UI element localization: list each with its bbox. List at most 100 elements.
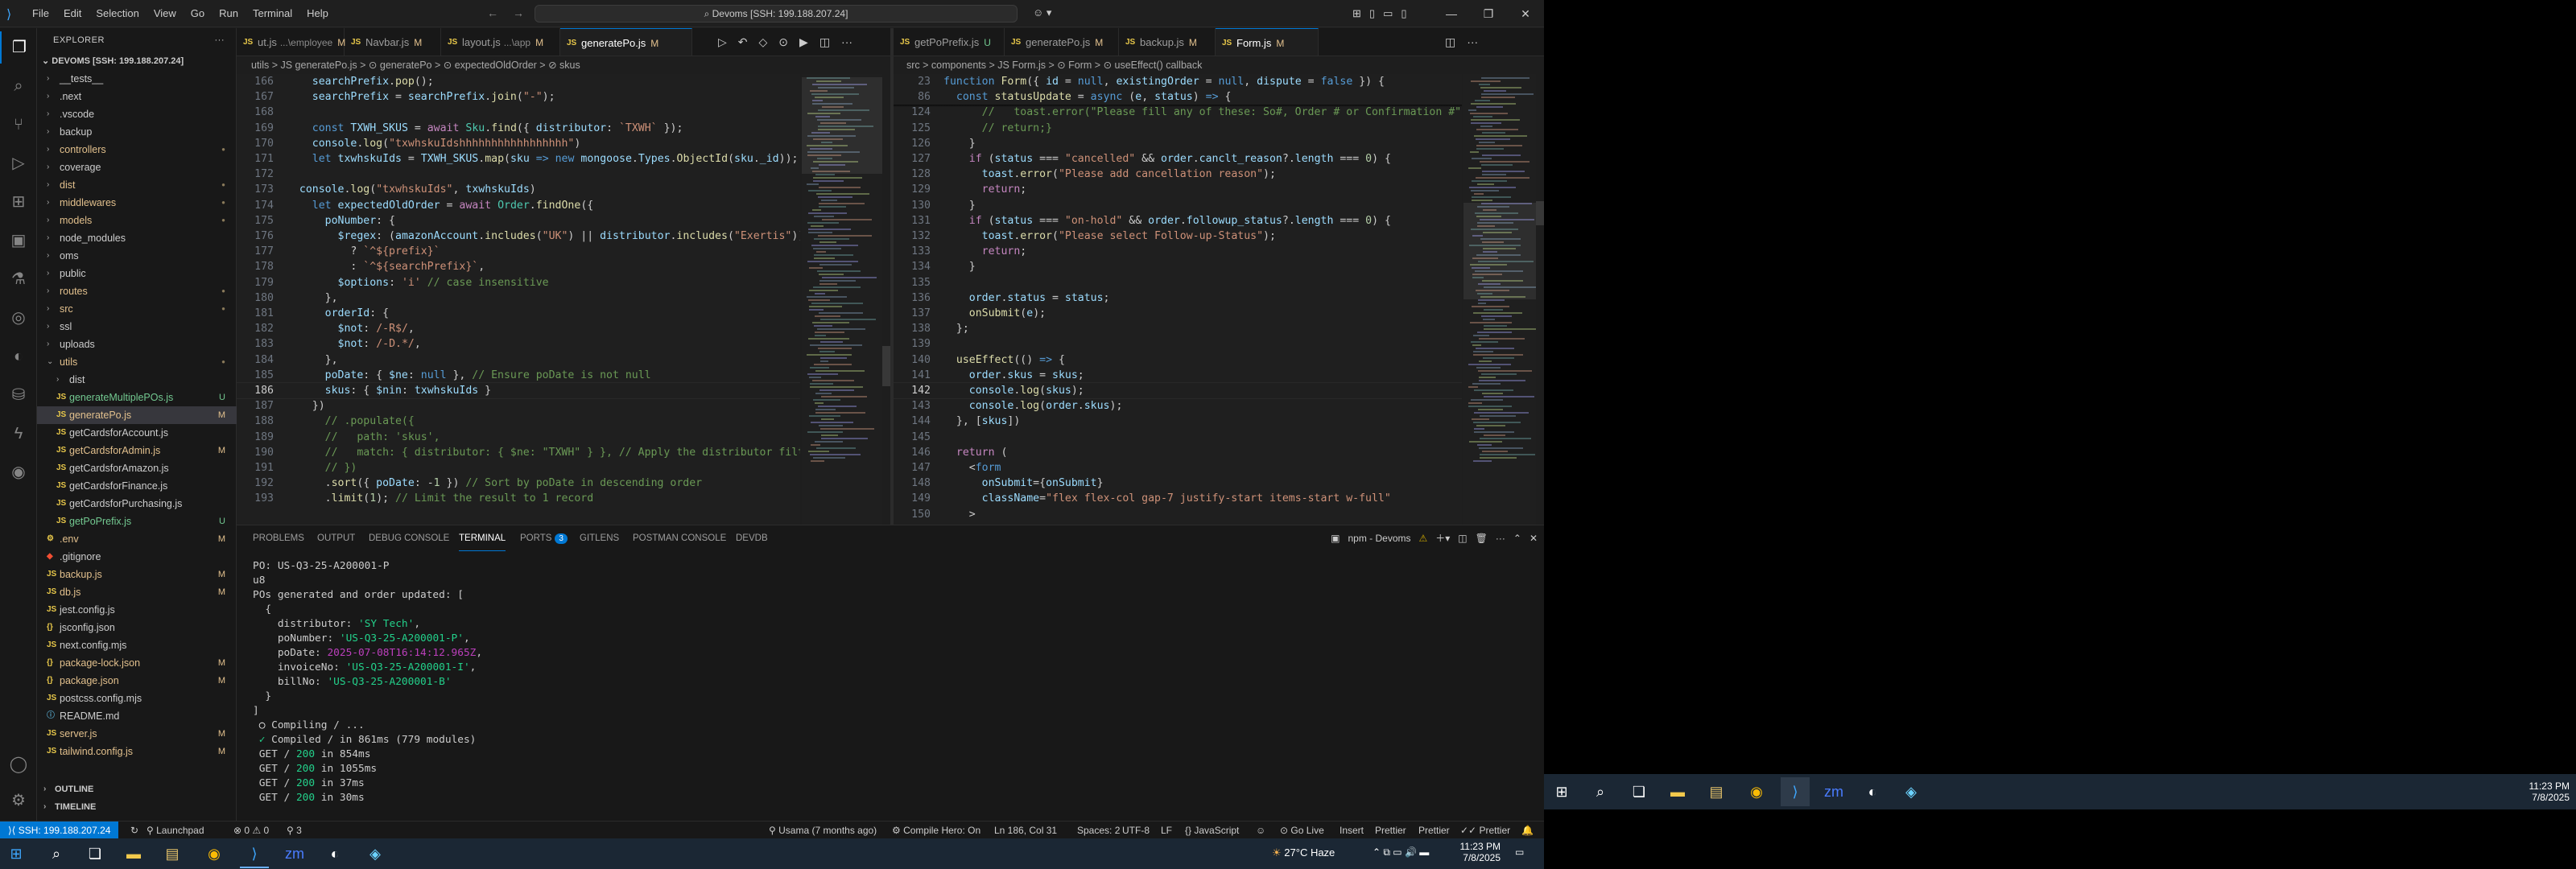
folder-item[interactable]: › routes ● xyxy=(37,282,237,300)
left-scrollbar-thumb[interactable] xyxy=(882,346,890,386)
close-icon[interactable]: ✕ xyxy=(1507,0,1544,27)
search-icon[interactable]: ⌕ xyxy=(0,70,37,102)
testing-icon[interactable]: ⚗ xyxy=(0,263,37,295)
code-line[interactable]: 132 toast.error("Please select Follow-up… xyxy=(894,229,1462,244)
explorer-icon[interactable]: ❐ xyxy=(0,31,37,64)
source-control-icon[interactable]: ⑂ xyxy=(0,109,37,141)
more-actions-icon[interactable]: ··· xyxy=(215,28,225,52)
app-icon[interactable]: ◐ xyxy=(1858,777,1887,806)
toggle-secondary-sidebar-icon[interactable]: ▯ xyxy=(1401,7,1406,20)
compare-icon[interactable]: ◇ xyxy=(759,28,768,56)
tab-gitlens[interactable]: GITLENS xyxy=(580,525,619,551)
toggle-sidebar-icon[interactable]: ▯ xyxy=(1369,7,1375,20)
code-line[interactable]: 180 }, xyxy=(237,290,800,306)
forward-arrow-icon[interactable]: → xyxy=(513,6,524,19)
code-line[interactable]: 182 $not: /-R$/, xyxy=(237,321,800,336)
extensions-icon[interactable]: ⊞ xyxy=(0,186,37,218)
file-item[interactable]: ⓘ README.md xyxy=(37,707,237,725)
code-line[interactable]: 176 $regex: (amazonAccount.includes("UK"… xyxy=(237,229,800,244)
menu-view[interactable]: View xyxy=(154,7,176,19)
system-tray-icons[interactable]: ⌃ ⧉ ▭ 🔊 ▬ xyxy=(1373,846,1429,859)
file-item[interactable]: JS getCardsforPurchasing.js xyxy=(37,495,237,513)
remote-explorer-icon[interactable]: ▣ xyxy=(0,224,37,257)
code-line[interactable]: 190 // match: { distributor: { $ne: "TXW… xyxy=(237,445,800,460)
code-line[interactable]: 131 if (status === "on-hold" && order.fo… xyxy=(894,213,1462,229)
folder-item[interactable]: › public xyxy=(37,265,237,282)
settings-gear-icon[interactable]: ⚙ xyxy=(0,785,37,817)
store-icon[interactable]: ▤ xyxy=(1702,777,1731,806)
zoom-icon[interactable]: zm xyxy=(1819,777,1848,806)
code-line[interactable]: 141 order.skus = skus; xyxy=(894,368,1462,383)
file-item[interactable]: JS next.config.mjs xyxy=(37,636,237,654)
code-line[interactable]: 181 orderId: { xyxy=(237,306,800,321)
folder-item[interactable]: ⌄ utils ● xyxy=(37,353,237,371)
tab-layout-js[interactable]: JS layout.js ...\app M xyxy=(441,28,560,56)
more-actions-icon[interactable]: ··· xyxy=(1467,28,1478,56)
tab-form-js[interactable]: JS Form.js M xyxy=(1216,28,1319,56)
left-minimap[interactable] xyxy=(802,74,882,525)
tab-devdb[interactable]: DEVDB xyxy=(736,525,768,551)
database-icon[interactable]: ⛁ xyxy=(0,379,37,411)
zoom-icon[interactable]: zm xyxy=(280,839,309,868)
app-icon[interactable]: ◐ xyxy=(320,839,349,868)
code-line[interactable]: 143 console.log(order.skus); xyxy=(894,398,1462,414)
code-line[interactable]: 129 return; xyxy=(894,182,1462,197)
file-item[interactable]: JS jest.config.js xyxy=(37,601,237,619)
folder-item[interactable]: › .vscode xyxy=(37,105,237,123)
new-terminal-icon[interactable]: ＋▾ xyxy=(1435,525,1450,551)
workspace-root[interactable]: ⌄ DEVOMS [SSH: 199.188.207.24] xyxy=(37,52,236,70)
copilot-status-icon[interactable]: ☺ xyxy=(1256,822,1265,839)
folder-item[interactable]: › node_modules xyxy=(37,229,237,247)
vscode-taskbar-icon[interactable]: ⟩ xyxy=(240,839,269,868)
outline-header[interactable]: › OUTLINE xyxy=(37,780,237,798)
code-line[interactable]: 146 return ( xyxy=(894,445,1462,460)
code-line[interactable]: 136 order.status = status; xyxy=(894,290,1462,306)
file-item[interactable]: JS server.js M xyxy=(37,725,237,743)
code-line[interactable]: 166 searchPrefix.pop(); xyxy=(237,74,800,89)
code-line[interactable]: 183 $not: /-D.*/, xyxy=(237,336,800,352)
code-line[interactable]: 178 : `^${searchPrefix}`, xyxy=(237,259,800,274)
tab-ut-js[interactable]: JS ut.js ...\employee M xyxy=(237,28,345,56)
file-item[interactable]: JS generateMultiplePOs.js U xyxy=(37,389,237,406)
chrome-icon[interactable]: ◉ xyxy=(1742,777,1771,806)
terminal-name[interactable]: npm - Devoms xyxy=(1348,525,1410,551)
kill-terminal-icon[interactable]: 🗑 xyxy=(1476,525,1488,551)
language-mode[interactable]: {} JavaScript xyxy=(1185,822,1239,839)
file-item[interactable]: {} package-lock.json M xyxy=(37,654,237,672)
folder-item[interactable]: › oms xyxy=(37,247,237,265)
file-item[interactable]: {} jsconfig.json xyxy=(37,619,237,636)
indentation[interactable]: Spaces: 2 xyxy=(1077,822,1120,839)
sync-icon[interactable]: ↻ xyxy=(130,822,138,839)
tab-problems[interactable]: PROBLEMS xyxy=(253,525,304,551)
sticky-scroll-line[interactable]: 23 function Form({ id = null, existingOrd… xyxy=(894,74,1462,89)
file-item[interactable]: JS getCardsforAdmin.js M xyxy=(37,442,237,459)
git-blame[interactable]: ⚲ Usama (7 months ago) xyxy=(769,822,877,839)
more-actions-icon[interactable]: ··· xyxy=(1496,525,1505,551)
weather-widget[interactable]: ☀ 27°C Haze xyxy=(1272,846,1335,859)
lightning-icon[interactable]: ϟ xyxy=(0,418,37,450)
code-line[interactable]: 173 console.log("txwhskuIds", txwhskuIds… xyxy=(237,182,800,197)
file-item[interactable]: ◆ .gitignore xyxy=(37,548,237,566)
restore-icon[interactable]: ❐ xyxy=(1470,0,1507,27)
file-item[interactable]: JS tailwind.config.js M xyxy=(37,743,237,760)
compile-hero[interactable]: ⚙ Compile Hero: On xyxy=(892,822,980,839)
cursor-position[interactable]: Ln 186, Col 31 xyxy=(994,822,1057,839)
menu-edit[interactable]: Edit xyxy=(64,7,81,19)
code-line[interactable]: 126 } xyxy=(894,136,1462,151)
folder-item[interactable]: › dist xyxy=(37,371,237,389)
folder-item[interactable]: › uploads xyxy=(37,336,237,353)
folder-item[interactable]: › backup xyxy=(37,123,237,141)
launchpad-item[interactable]: ⚲ Launchpad xyxy=(147,822,204,839)
toggle-panel-icon[interactable]: ▭ xyxy=(1383,7,1393,20)
postman-icon[interactable]: ◉ xyxy=(0,456,37,488)
app2-icon[interactable]: ◈ xyxy=(1897,777,1926,806)
code-line[interactable]: 130 } xyxy=(894,198,1462,213)
windows-start-icon[interactable]: ⊞ xyxy=(2,839,31,868)
code-line[interactable]: 137 onSubmit(e); xyxy=(894,306,1462,321)
copilot-icon[interactable]: ☺ ▾ xyxy=(1033,6,1051,19)
prettier-status-1[interactable]: Prettier xyxy=(1375,822,1406,839)
file-item[interactable]: ⚙ .env M xyxy=(37,530,237,548)
search-icon[interactable]: ⌕ xyxy=(1586,777,1615,806)
code-line[interactable]: 125 // return;} xyxy=(894,121,1462,136)
ports-count[interactable]: ⚲ 3 xyxy=(287,822,302,839)
